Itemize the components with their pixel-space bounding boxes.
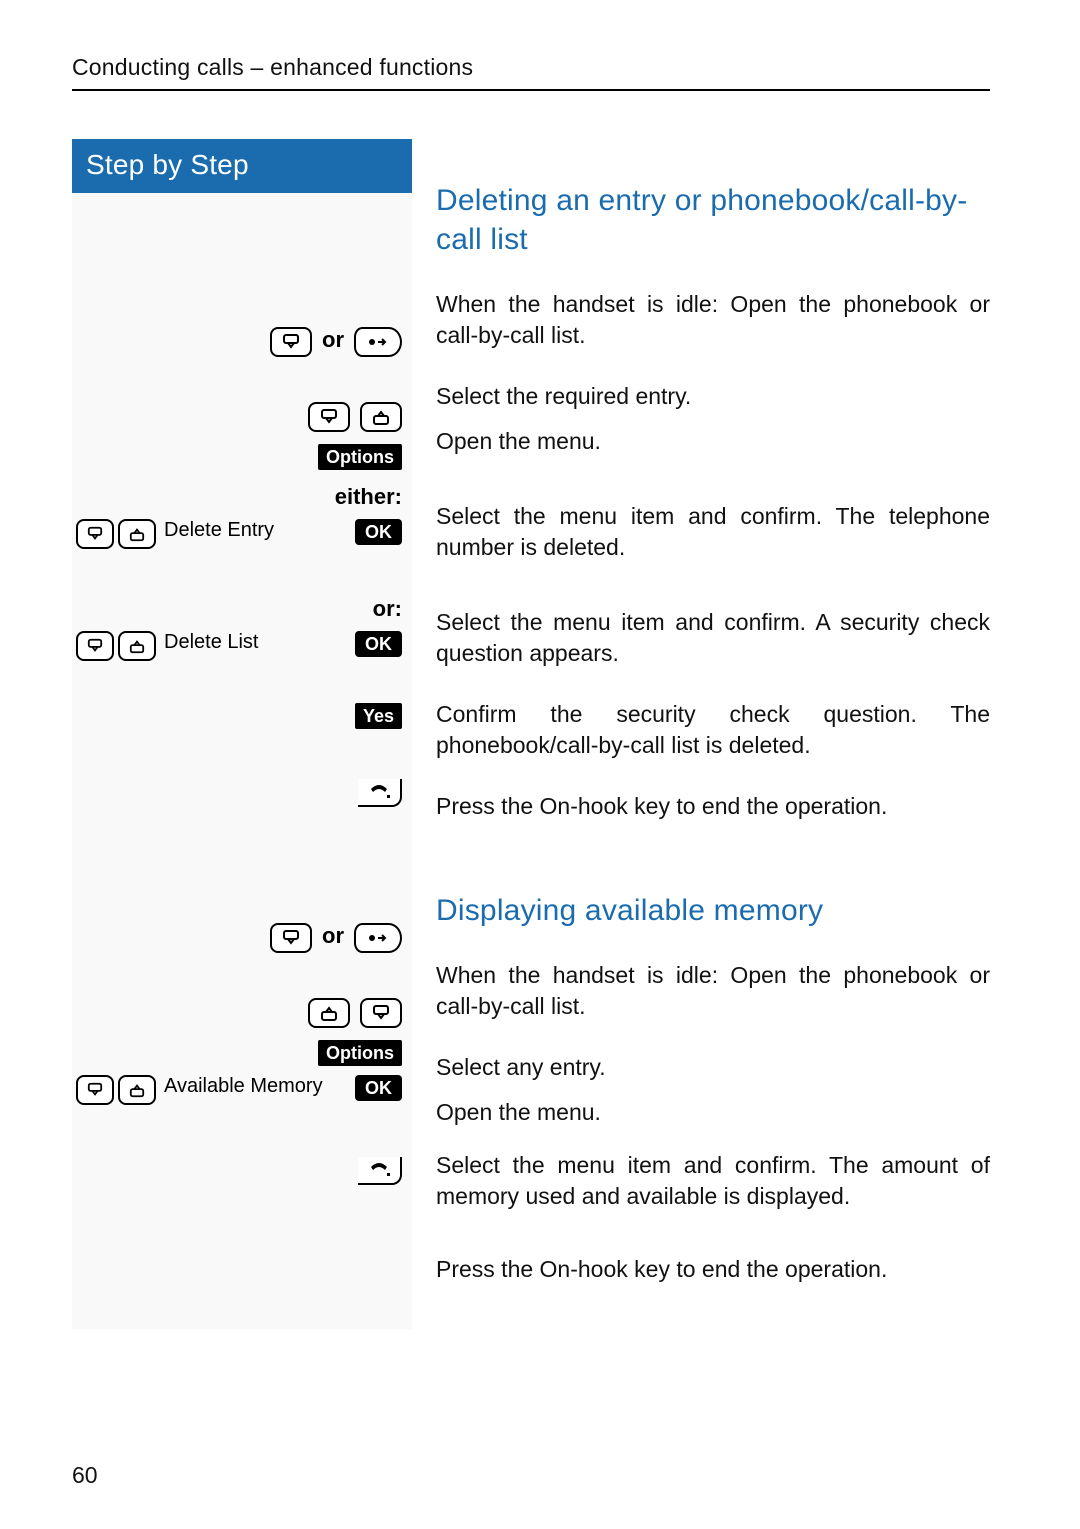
key-row-available-memory: Available Memory OK (72, 1073, 412, 1145)
ok-badge: OK (355, 519, 402, 545)
key-row-onhook-2 (72, 1151, 412, 1191)
section-1-confirm-delete-entry: Select the menu item and confirm. The te… (436, 501, 990, 563)
page-number: 60 (72, 1462, 98, 1489)
section-1-end-operation: Press the On-hook key to end the operati… (436, 791, 990, 822)
nav-down-key-icon (76, 519, 114, 549)
section-2-end-operation: Press the On-hook key to end the operati… (436, 1254, 990, 1285)
nav-down-key-icon (308, 402, 350, 432)
options-badge: Options (318, 444, 402, 470)
key-row-delete-list: Delete List OK (72, 629, 412, 701)
either-label-row: either: (72, 477, 412, 517)
key-row-open-phonebook-1: or (72, 325, 412, 397)
nav-right-key-icon (354, 327, 402, 357)
page: Conducting calls – enhanced functions St… (0, 0, 1080, 1529)
nav-down-key-icon (76, 631, 114, 661)
ok-badge: OK (355, 1075, 402, 1101)
section-2-open-menu: Open the menu. (436, 1097, 990, 1128)
section-1-open-text: When the handset is idle: Open the phone… (436, 289, 990, 351)
running-head: Conducting calls – enhanced functions (72, 54, 990, 91)
options-badge: Options (318, 1040, 402, 1066)
section-2-title: Displaying available memory (436, 891, 990, 930)
left-column-body: or Options (72, 193, 412, 1329)
nav-up-key-icon (360, 402, 402, 432)
nav-down-key-icon (76, 1075, 114, 1105)
ok-badge: OK (355, 631, 402, 657)
available-memory-label: Available Memory (164, 1075, 347, 1098)
section-1-confirm-delete-list: Select the menu item and confirm. A secu… (436, 607, 990, 669)
key-row-open-phonebook-2: or (72, 921, 412, 993)
nav-up-key-icon (118, 631, 156, 661)
key-row-onhook-1 (72, 773, 412, 813)
on-hook-key-icon (358, 1157, 402, 1185)
spacer (72, 813, 412, 921)
section-1-select-entry: Select the required entry. (436, 381, 990, 412)
nav-up-down-pair-icon (76, 519, 156, 549)
key-row-delete-entry: Delete Entry OK (72, 517, 412, 589)
nav-up-key-icon (118, 1075, 156, 1105)
or-label-row: or: (72, 589, 412, 629)
section-1-open-menu: Open the menu. (436, 426, 990, 457)
spacer (72, 201, 412, 325)
section-2-open-text: When the handset is idle: Open the phone… (436, 960, 990, 1022)
two-column-layout: Step by Step or (72, 139, 990, 1329)
key-row-select-entry-2 (72, 993, 412, 1033)
key-row-options-1: Options (72, 437, 412, 477)
nav-down-key-icon (360, 998, 402, 1028)
nav-up-down-pair-icon (76, 631, 156, 661)
nav-down-key-icon (270, 923, 312, 953)
yes-badge: Yes (355, 703, 402, 729)
section-1-title: Deleting an entry or phonebook/call-by-c… (436, 181, 990, 259)
section-2-select-any: Select any entry. (436, 1052, 990, 1083)
nav-down-key-icon (270, 327, 312, 357)
nav-up-down-pair-icon (76, 1075, 156, 1105)
nav-up-key-icon (308, 998, 350, 1028)
delete-list-label: Delete List (164, 631, 347, 654)
on-hook-key-icon (358, 779, 402, 807)
right-column: Deleting an entry or phonebook/call-by-c… (412, 139, 990, 1329)
key-row-options-2: Options (72, 1033, 412, 1073)
or-label-colon: or: (373, 596, 402, 622)
key-row-select-entry-1 (72, 397, 412, 437)
delete-entry-label: Delete Entry (164, 519, 347, 542)
left-column: Step by Step or (72, 139, 412, 1329)
key-row-yes: Yes (72, 701, 412, 773)
or-label: or (322, 327, 344, 353)
step-by-step-header: Step by Step (72, 139, 412, 193)
section-1-confirm-security: Confirm the security check question. The… (436, 699, 990, 761)
section-2-confirm-memory: Select the menu item and confirm. The am… (436, 1150, 990, 1212)
nav-up-key-icon (118, 519, 156, 549)
or-label: or (322, 923, 344, 949)
either-label: either: (335, 484, 402, 510)
nav-right-key-icon (354, 923, 402, 953)
